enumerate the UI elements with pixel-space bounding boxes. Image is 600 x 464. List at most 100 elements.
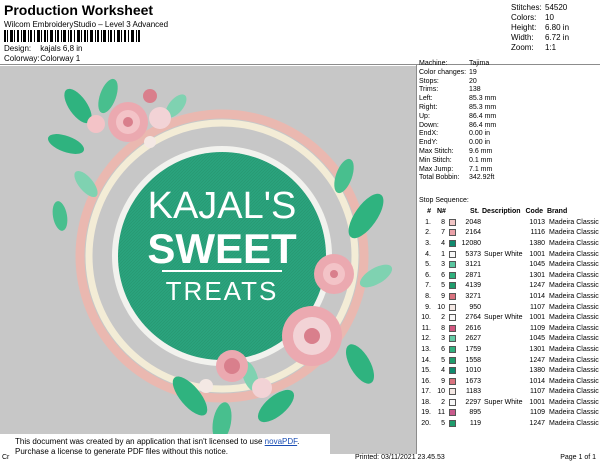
param-label: Color changes: xyxy=(419,68,467,76)
colorway-label: Colorway: xyxy=(4,54,40,63)
stop-needle: 5 xyxy=(441,420,445,428)
page-number: Page 1 of 1 xyxy=(560,454,596,461)
stop-index: 18. xyxy=(421,398,431,406)
col-desc: Description xyxy=(482,208,521,215)
notice-text: This document was created by an applicat… xyxy=(15,437,265,446)
stat-value: 1:1 xyxy=(545,43,557,52)
param-value: 20 xyxy=(469,77,477,85)
novapdf-link[interactable]: novaPDF xyxy=(265,437,297,446)
printed-timestamp: Printed: 03/11/2021 23.45.53 xyxy=(355,454,445,461)
param-value: 85.3 mm xyxy=(469,103,497,111)
col-hash: # xyxy=(427,208,431,215)
stop-needle: 10 xyxy=(437,388,445,396)
param-row: Up: 86.4 mm xyxy=(419,113,496,122)
stat-value: 6.80 in xyxy=(545,23,570,32)
stop-row: 19. 11 895 1109 Madeira Classic 40 xyxy=(419,408,600,419)
param-value: 9.6 mm xyxy=(469,147,493,155)
stop-index: 7. xyxy=(425,282,431,290)
stop-index: 6. xyxy=(425,271,431,279)
stop-row: 11. 8 2616 1109 Madeira Classic 40 xyxy=(419,323,600,334)
stop-color-swatch xyxy=(445,239,459,247)
stop-needle: 3 xyxy=(441,261,445,269)
param-row: EndY: 0.00 in xyxy=(419,139,496,148)
stat-label: Height: xyxy=(511,23,537,32)
stop-code: 1247 xyxy=(529,420,545,428)
design-label: Design: xyxy=(4,44,32,53)
param-value: Tajima xyxy=(469,60,490,67)
color-swatch xyxy=(448,367,456,375)
stop-color-swatch xyxy=(445,335,459,343)
design-preview: KAJAL'S SWEET TREATS xyxy=(0,66,416,454)
param-row: Down: 86.4 mm xyxy=(419,122,496,131)
stop-needle: 8 xyxy=(441,324,445,332)
stop-stitches: 1673 xyxy=(465,377,481,385)
param-row: Total Bobbin: 342.92ft xyxy=(419,174,496,183)
stop-index: 4. xyxy=(425,250,431,258)
stop-needle: 2 xyxy=(441,398,445,406)
param-row: Machine: Tajima xyxy=(419,60,496,69)
stop-description: Super White xyxy=(484,398,523,406)
param-row: Min Stitch: 0.1 mm xyxy=(419,157,496,166)
footer-cr: Cr xyxy=(2,454,10,461)
param-row: Max Jump: 7.1 mm xyxy=(419,166,496,175)
stat-row: Stitches: 54520 xyxy=(511,3,569,13)
color-swatch xyxy=(448,261,456,269)
color-swatch xyxy=(448,409,456,417)
stat-row: Height: 6.80 in xyxy=(511,23,569,33)
stop-code: 1013 xyxy=(529,218,545,226)
stop-brand: Madeira Classic 40 xyxy=(549,335,600,343)
stop-index: 12. xyxy=(421,335,431,343)
stat-row: Zoom: 1:1 xyxy=(511,43,569,53)
color-swatch xyxy=(448,377,456,385)
stop-row: 10. 2 2764Super White 1001 Madeira Classic 4… xyxy=(419,312,600,323)
stop-brand: Madeira Classic 40 xyxy=(549,345,600,353)
stop-stitches: 2764 xyxy=(465,314,481,322)
stop-needle: 10 xyxy=(437,303,445,311)
stop-color-swatch xyxy=(445,261,459,269)
stop-stitches: 3271 xyxy=(465,292,481,300)
stop-color-swatch xyxy=(445,218,459,226)
param-label: Max Stitch: xyxy=(419,147,454,155)
stat-label: Width: xyxy=(511,33,534,42)
stop-code: 1109 xyxy=(529,409,545,417)
logo-line-1: KAJAL'S xyxy=(148,185,297,227)
stop-stitches: 5373 xyxy=(465,250,481,258)
stop-row: 14. 5 1558 1247 Madeira Classic 40 xyxy=(419,355,600,366)
stop-code: 1109 xyxy=(529,324,545,332)
stop-stitches: 895 xyxy=(469,409,481,417)
param-row: Right: 85.3 mm xyxy=(419,104,496,113)
stop-color-swatch xyxy=(445,250,459,258)
stop-index: 10. xyxy=(421,314,431,322)
color-swatch xyxy=(448,345,456,353)
stop-code: 1001 xyxy=(529,398,545,406)
param-row: EndX: 0.00 in xyxy=(419,130,496,139)
stop-sequence-title: Stop Sequence: xyxy=(419,197,469,204)
color-swatch xyxy=(448,303,456,311)
stop-index: 8. xyxy=(425,292,431,300)
stop-row: 6. 6 2871 1301 Madeira Classic 40 xyxy=(419,270,600,281)
col-code: Code xyxy=(525,208,544,215)
stop-brand: Madeira Classic 40 xyxy=(549,282,600,290)
stop-color-swatch xyxy=(445,377,459,385)
stop-needle: 6 xyxy=(441,345,445,353)
stop-needle: 7 xyxy=(441,229,445,237)
stop-row: 3. 4 12080 1380 Madeira Classic 40 xyxy=(419,238,600,249)
stop-row: 4. 1 5373Super White 1001 Madeira Classic 40 xyxy=(419,249,600,260)
param-value: 86.4 mm xyxy=(469,112,497,120)
param-label: Down: xyxy=(419,121,439,129)
stop-index: 9. xyxy=(425,303,431,311)
stop-brand: Madeira Classic 40 xyxy=(549,398,600,406)
design-value: kajals 6,8 in xyxy=(40,44,83,53)
stop-code: 1301 xyxy=(529,271,545,279)
colorway-info: Colorway: Colorway 1 xyxy=(4,54,80,63)
stop-color-swatch xyxy=(445,303,459,311)
worksheet-title: Production Worksheet xyxy=(4,2,154,18)
stop-row: 5. 3 3121 1045 Madeira Classic 40 xyxy=(419,259,600,270)
stop-needle: 4 xyxy=(441,239,445,247)
stop-row: 17. 10 1183 1107 Madeira Classic 40 xyxy=(419,387,600,398)
stop-row: 16. 9 1673 1014 Madeira Classic 40 xyxy=(419,376,600,387)
stop-code: 1045 xyxy=(529,261,545,269)
stat-label: Stitches: xyxy=(511,3,542,12)
stop-color-swatch xyxy=(445,356,459,364)
stop-row: 8. 9 3271 1014 Madeira Classic 40 xyxy=(419,291,600,302)
